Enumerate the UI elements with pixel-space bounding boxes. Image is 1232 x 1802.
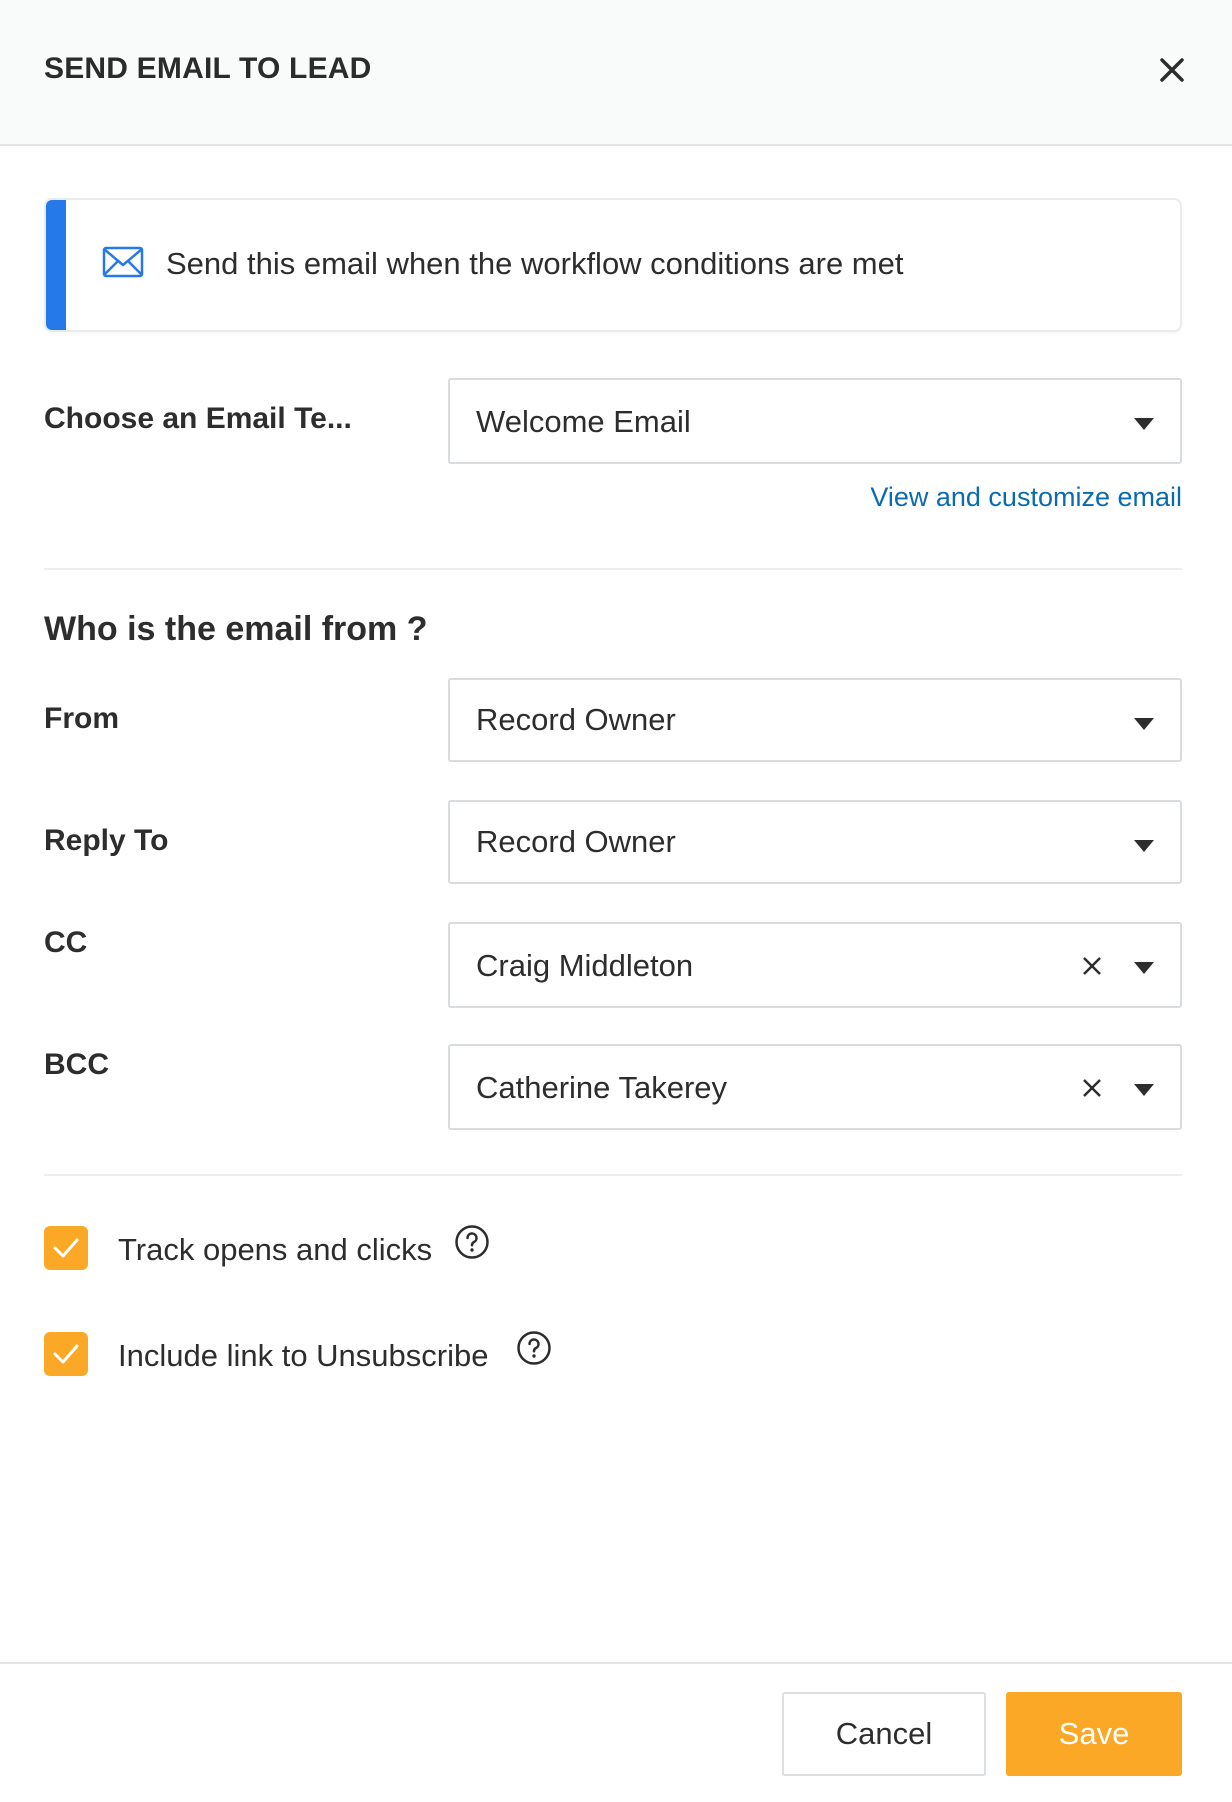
help-icon[interactable] xyxy=(454,1224,490,1260)
track-opens-label: Track opens and clicks xyxy=(118,1232,433,1267)
divider xyxy=(44,1174,1182,1176)
cc-select[interactable]: Craig Middleton xyxy=(448,922,1182,1008)
reply-to-label: Reply To xyxy=(44,824,169,857)
modal-header: SEND EMAIL TO LEAD xyxy=(0,0,1232,146)
from-select-value: Record Owner xyxy=(476,702,676,737)
close-icon xyxy=(1160,58,1184,82)
cc-label: CC xyxy=(44,926,88,959)
bcc-select-value: Catherine Takerey xyxy=(476,1070,728,1105)
bcc-select[interactable]: Catherine Takerey xyxy=(448,1044,1182,1130)
chevron-down-icon xyxy=(1134,840,1154,852)
info-accent-bar xyxy=(46,200,66,330)
mail-icon xyxy=(102,246,144,278)
modal-title: SEND EMAIL TO LEAD xyxy=(44,52,372,85)
section-title: Who is the email from ? xyxy=(44,610,428,648)
reply-to-select-value: Record Owner xyxy=(476,824,676,859)
checkmark-icon xyxy=(53,1238,79,1258)
from-label: From xyxy=(44,702,119,735)
track-opens-checkbox[interactable] xyxy=(44,1226,88,1270)
cancel-button[interactable]: Cancel xyxy=(782,1692,986,1776)
template-label: Choose an Email Te... xyxy=(44,402,352,435)
template-select-value: Welcome Email xyxy=(476,404,691,439)
chevron-down-icon xyxy=(1134,418,1154,430)
chevron-down-icon xyxy=(1134,962,1154,974)
info-text: Send this email when the workflow condit… xyxy=(166,246,904,281)
clear-icon[interactable] xyxy=(1080,954,1104,978)
from-select[interactable]: Record Owner xyxy=(448,678,1182,762)
info-banner: Send this email when the workflow condit… xyxy=(44,198,1182,332)
bcc-label: BCC xyxy=(44,1048,109,1081)
save-button[interactable]: Save xyxy=(1006,1692,1182,1776)
help-icon[interactable] xyxy=(516,1330,552,1366)
modal-footer: Cancel Save xyxy=(0,1662,1232,1802)
checkmark-icon xyxy=(53,1344,79,1364)
view-customize-email-link[interactable]: View and customize email xyxy=(870,482,1182,513)
template-select[interactable]: Welcome Email xyxy=(448,378,1182,464)
cc-select-value: Craig Middleton xyxy=(476,948,694,983)
close-button[interactable] xyxy=(1152,50,1192,90)
divider xyxy=(44,568,1182,570)
clear-icon[interactable] xyxy=(1080,1076,1104,1100)
unsubscribe-link-label: Include link to Unsubscribe xyxy=(118,1338,489,1373)
reply-to-select[interactable]: Record Owner xyxy=(448,800,1182,884)
unsubscribe-link-checkbox[interactable] xyxy=(44,1332,88,1376)
chevron-down-icon xyxy=(1134,718,1154,730)
chevron-down-icon xyxy=(1134,1084,1154,1096)
